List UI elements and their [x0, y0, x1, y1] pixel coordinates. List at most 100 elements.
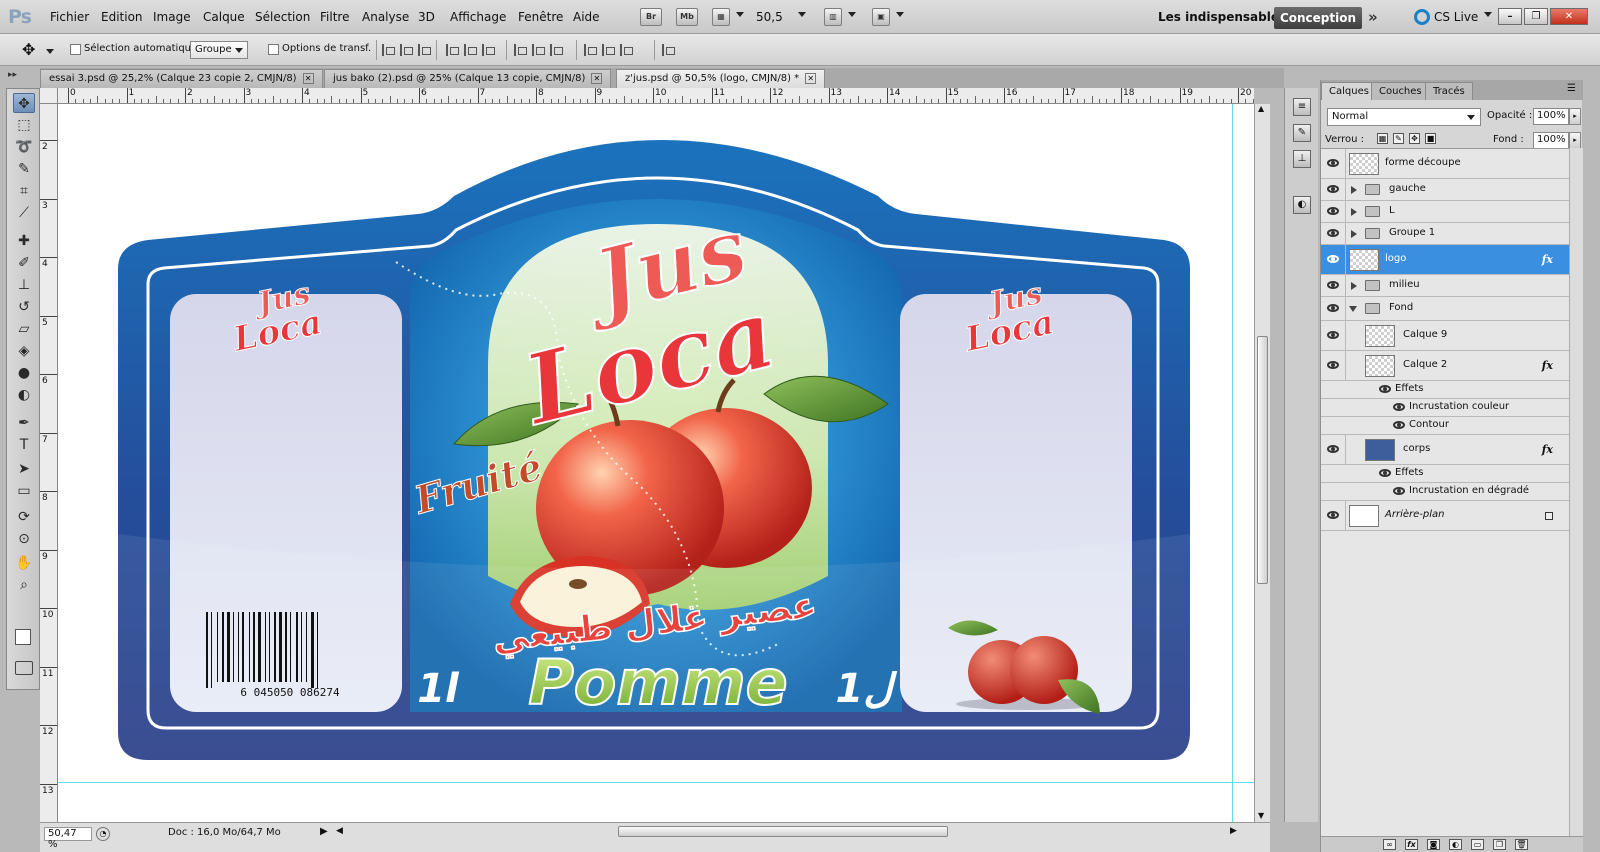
visibility-eye-icon[interactable] — [1379, 385, 1391, 393]
align-distribute-icon[interactable] — [532, 44, 545, 56]
restore-button[interactable]: ❐ — [1524, 8, 1548, 25]
quick-select-icon[interactable]: ✎ — [13, 159, 35, 179]
menu-3[interactable]: Image — [153, 10, 191, 24]
chevron-down-icon[interactable] — [798, 12, 806, 17]
chevron-down-icon[interactable] — [736, 12, 744, 17]
align-distribute-icon[interactable] — [662, 44, 675, 56]
visibility-eye-icon[interactable] — [1327, 229, 1339, 237]
layer-row[interactable]: fx corps — [1321, 435, 1569, 465]
add-mask-icon[interactable]: ◙ — [1427, 839, 1440, 850]
eraser-icon[interactable]: ▱ — [13, 319, 35, 339]
blur-icon[interactable]: ● — [13, 363, 35, 383]
menu-7[interactable]: Analyse — [362, 10, 409, 24]
chevron-right-icon[interactable] — [1351, 208, 1357, 216]
panel-tab-3[interactable]: Tracés — [1425, 82, 1473, 100]
workspace-essentials[interactable]: Les indispensables — [1158, 10, 1286, 24]
close-icon[interactable]: ✕ — [805, 73, 817, 84]
document-tab[interactable]: z'jus.psd @ 50,5% (logo, CMJN/8) * ✕ — [616, 69, 826, 88]
visibility-eye-icon[interactable] — [1379, 469, 1391, 477]
clone-source-icon[interactable]: ⊥ — [1293, 150, 1311, 168]
vertical-scrollbar[interactable]: ▲ ▼ — [1254, 104, 1270, 822]
eyedropper-icon[interactable]: ⟋ — [13, 203, 35, 223]
horizontal-scroll-thumb[interactable] — [618, 826, 948, 837]
menu-10[interactable]: Fenêtre — [518, 10, 563, 24]
zoom-level[interactable]: 50,5 — [756, 10, 783, 24]
visibility-eye-icon[interactable] — [1327, 331, 1339, 339]
dodge-icon[interactable]: ◐ — [13, 385, 35, 405]
chevron-down-icon[interactable] — [1349, 306, 1357, 312]
layer-row[interactable]: fx Calque 2 — [1321, 351, 1569, 381]
align-distribute-icon[interactable] — [446, 44, 459, 56]
view-extras-button[interactable]: ▦ — [712, 8, 730, 26]
masks-icon[interactable]: ◐ — [1293, 196, 1311, 214]
opacity-input[interactable]: 100% — [1533, 108, 1569, 125]
visibility-eye-icon[interactable] — [1327, 361, 1339, 369]
history-brush-icon[interactable]: ↺ — [13, 297, 35, 317]
layer-row[interactable]: Incrustation couleur — [1321, 399, 1569, 417]
document-canvas[interactable]: Jus Loca Jus Loca Jus Loca Fruité عصير غ… — [58, 104, 1254, 822]
layer-effects-fx-icon[interactable]: fx — [1542, 253, 1553, 266]
visibility-eye-icon[interactable] — [1327, 185, 1339, 193]
chevron-right-icon[interactable] — [1351, 282, 1357, 290]
3d-orbit-icon[interactable]: ⊙ — [13, 529, 35, 549]
lock-pixels-icon[interactable]: ✎ — [1393, 133, 1404, 144]
visibility-eye-icon[interactable] — [1327, 511, 1339, 519]
auto-select-dropdown[interactable]: Groupe — [190, 41, 248, 59]
align-distribute-icon[interactable] — [620, 44, 633, 56]
menu-4[interactable]: Calque — [203, 10, 245, 24]
layers-scrollbar[interactable] — [1569, 148, 1583, 836]
brush-icon[interactable]: ✐ — [13, 253, 35, 273]
bucket-icon[interactable]: ◈ — [13, 341, 35, 361]
align-distribute-icon[interactable] — [464, 44, 477, 56]
menu-9[interactable]: Affichage — [450, 10, 506, 24]
align-distribute-icon[interactable] — [382, 44, 395, 56]
lasso-icon[interactable]: ➰ — [13, 137, 35, 157]
zoom-icon[interactable]: ⌕ — [13, 575, 35, 595]
chevron-right-icon[interactable] — [1351, 230, 1357, 238]
transform-controls-checkbox[interactable] — [268, 44, 279, 55]
layer-row[interactable]: Calque 9 — [1321, 321, 1569, 351]
panel-tab-1[interactable]: Calques — [1321, 82, 1377, 100]
visibility-eye-icon[interactable] — [1393, 403, 1405, 411]
path-select-icon[interactable]: ➤ — [13, 459, 35, 479]
pen-icon[interactable]: ✒ — [13, 413, 35, 433]
adjustments-icon[interactable]: ≡ — [1293, 98, 1311, 116]
bridge-button[interactable]: Br — [640, 8, 662, 26]
healing-icon[interactable]: ✚ — [13, 231, 35, 251]
align-distribute-icon[interactable] — [602, 44, 615, 56]
visibility-eye-icon[interactable] — [1327, 281, 1339, 289]
visibility-eye-icon[interactable] — [1327, 445, 1339, 453]
lock-transparency-icon[interactable]: ▦ — [1377, 133, 1388, 144]
opacity-slider-arrow[interactable]: ▸ — [1569, 108, 1581, 125]
layer-row[interactable]: Contour — [1321, 417, 1569, 435]
link-layers-icon[interactable]: ∞ — [1383, 839, 1396, 850]
visibility-eye-icon[interactable] — [1327, 255, 1339, 263]
juice-label-artwork[interactable]: Jus Loca Jus Loca Jus Loca Fruité عصير غ… — [58, 104, 1254, 822]
cs-live-icon[interactable] — [1414, 9, 1430, 25]
layer-row[interactable]: fx logo — [1321, 245, 1569, 275]
foreground-color-swatch[interactable] — [15, 629, 31, 645]
layer-row[interactable]: L — [1321, 201, 1569, 223]
adjustment-layer-icon[interactable]: ◐ — [1449, 839, 1462, 850]
hand-icon[interactable]: ✋ — [13, 553, 35, 573]
lock-all-icon[interactable]: ■ — [1425, 133, 1436, 144]
align-distribute-icon[interactable] — [550, 44, 563, 56]
status-menu-arrow-icon[interactable]: ▶ — [320, 826, 328, 837]
vertical-ruler[interactable]: 2 3 4 5 6 7 8 9 10 11 12 13 — [40, 104, 58, 822]
lock-position-icon[interactable]: ✥ — [1409, 133, 1420, 144]
blend-mode-dropdown[interactable]: Normal — [1327, 108, 1481, 126]
visibility-eye-icon[interactable] — [1327, 159, 1339, 167]
document-tab[interactable]: essai 3.psd @ 25,2% (Calque 23 copie 2, … — [40, 69, 323, 88]
move-icon[interactable]: ✥ — [13, 93, 35, 113]
align-distribute-icon[interactable] — [584, 44, 597, 56]
layer-row[interactable]: forme découpe — [1321, 149, 1569, 179]
align-distribute-icon[interactable] — [400, 44, 413, 56]
stamp-icon[interactable]: ⊥ — [13, 275, 35, 295]
add-style-fx-icon[interactable]: fx — [1405, 839, 1418, 850]
minimize-button[interactable]: – — [1498, 8, 1522, 25]
move-tool-preset-icon[interactable]: ✥ — [22, 40, 35, 59]
scroll-left-icon[interactable]: ◀ — [336, 826, 343, 836]
brush-presets-icon[interactable]: ✎ — [1293, 124, 1311, 142]
collapse-toolbar-icon[interactable]: ▸▸ — [8, 70, 17, 80]
align-distribute-icon[interactable] — [514, 44, 527, 56]
